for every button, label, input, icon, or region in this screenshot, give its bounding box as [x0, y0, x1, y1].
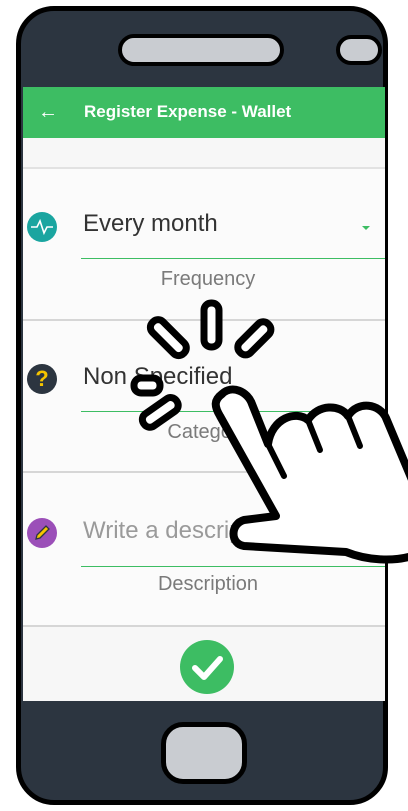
phone-speaker: [118, 34, 284, 66]
dropdown-arrow-icon[interactable]: [362, 226, 370, 230]
pulse-icon: [27, 212, 57, 242]
category-label: Category: [167, 421, 249, 443]
pencil-icon: [27, 518, 57, 548]
phone-home-button[interactable]: [161, 722, 247, 784]
frequency-card: Every month Frequency: [23, 167, 385, 321]
frequency-label: Frequency: [160, 268, 256, 290]
back-arrow-icon[interactable]: ←: [35, 99, 61, 125]
category-card: ? Non Specified Category: [23, 321, 385, 473]
confirm-button[interactable]: [180, 640, 234, 694]
check-icon: [192, 656, 223, 680]
phone-camera: [336, 35, 382, 65]
app-screen: ← Register Expense - Wallet Every month …: [23, 87, 385, 701]
description-label: Description: [157, 573, 259, 595]
frequency-select[interactable]: Every month: [83, 210, 218, 238]
description-card: Write a description Description: [23, 473, 385, 627]
category-underline: [81, 411, 385, 412]
app-bar: ← Register Expense - Wallet: [23, 87, 385, 138]
frequency-underline: [81, 258, 385, 259]
description-input[interactable]: Write a description: [83, 517, 281, 545]
page-title: Register Expense - Wallet: [84, 102, 292, 121]
question-icon: ?: [27, 364, 57, 394]
category-select[interactable]: Non Specified: [83, 363, 232, 391]
description-underline: [81, 566, 385, 567]
